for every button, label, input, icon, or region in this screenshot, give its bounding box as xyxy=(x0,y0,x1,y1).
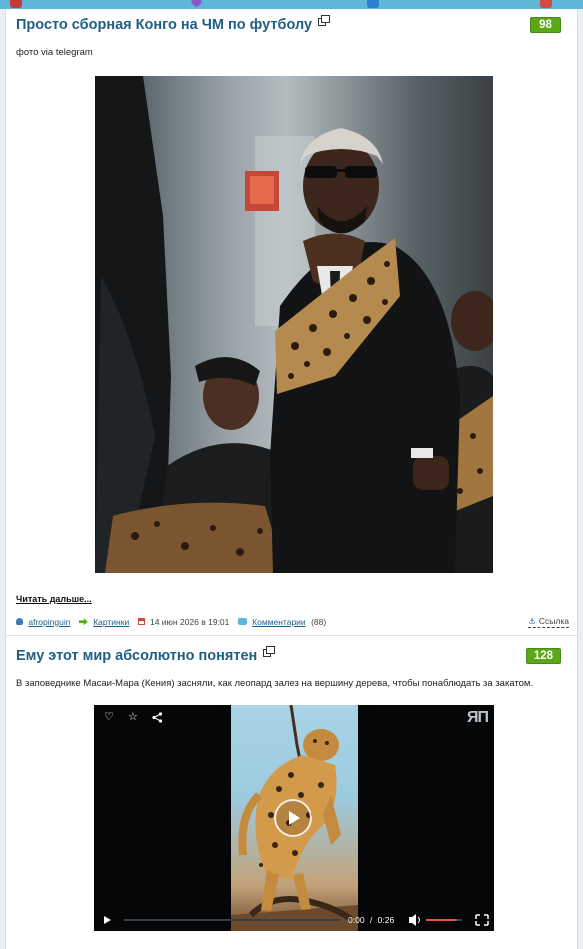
post-leopard: Ему этот мир абсолютно понятен 128 В зап… xyxy=(6,9,577,949)
play-icon xyxy=(289,811,300,825)
volume-icon xyxy=(409,914,416,926)
video-current-time: 0:00 xyxy=(348,915,365,925)
video-player[interactable]: ЯП ♡ ☆ 0:00 / 0:26 xyxy=(94,705,494,931)
fullscreen-icon xyxy=(475,914,489,926)
blue-nav-icon[interactable] xyxy=(367,0,379,8)
posts-feed: Просто сборная Конго на ЧМ по футболу 98… xyxy=(5,9,578,949)
play-overlay-button[interactable] xyxy=(274,799,312,837)
video-controls-graphics xyxy=(104,914,489,926)
share-glyph xyxy=(152,712,163,723)
post-title[interactable]: Ему этот мир абсолютно понятен xyxy=(16,646,276,664)
post-title-text[interactable]: Ему этот мир абсолютно понятен xyxy=(16,648,257,664)
post-rating-badge: 128 xyxy=(525,648,561,664)
volume-fill xyxy=(426,919,457,921)
site-logo-icon[interactable] xyxy=(10,0,22,8)
time-separator: / xyxy=(369,915,373,925)
video-duration: 0:26 xyxy=(377,915,395,925)
video-controls: 0:00 / 0:26 xyxy=(94,909,494,931)
share-icon[interactable] xyxy=(152,712,163,726)
play-control-icon xyxy=(104,916,111,924)
red-nav-icon[interactable] xyxy=(540,0,552,8)
heart-icon[interactable]: ♡ xyxy=(104,712,114,723)
video-watermark: ЯП xyxy=(467,709,489,726)
progress-track xyxy=(124,919,340,921)
post-caption: В заповеднике Масаи-Мара (Кения) засняли… xyxy=(16,678,534,689)
purple-nav-icon[interactable] xyxy=(190,0,203,8)
open-new-window-icon[interactable] xyxy=(263,646,276,657)
star-icon[interactable]: ☆ xyxy=(128,712,138,723)
video-time: 0:00 / 0:26 xyxy=(348,915,394,925)
site-top-bar xyxy=(0,0,583,9)
